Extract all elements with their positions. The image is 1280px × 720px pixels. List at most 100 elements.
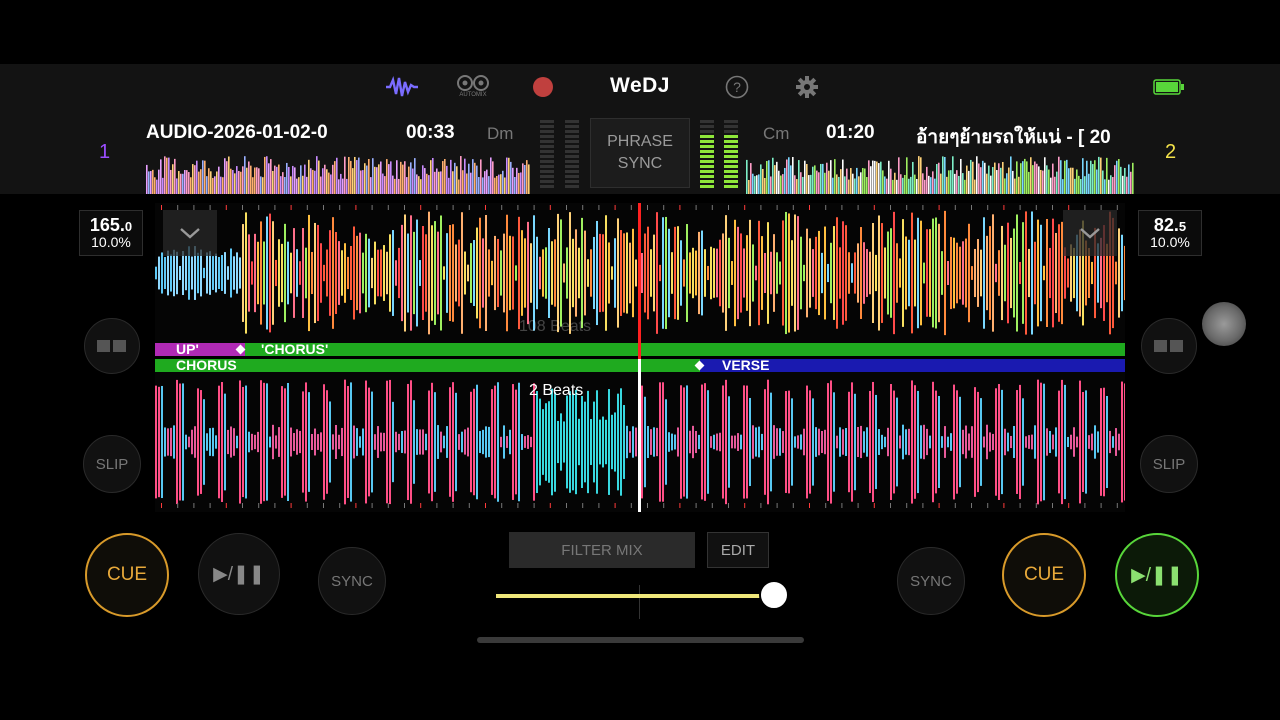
deck1-collapse-chevron-icon[interactable] [163,210,217,256]
deck1-track-title[interactable]: AUDIO-2026-01-02-0 [146,122,360,144]
beat-tick [387,503,389,508]
waveform-bar [275,435,277,449]
level-segment [565,135,579,138]
deck2-play-pause-button[interactable]: ▶/❚❚ [1115,533,1199,617]
deck1-overview-waveform[interactable] [146,156,530,194]
waveform-bar [1002,161,1004,194]
waveform-bar [492,161,494,194]
waveform-bar [401,431,403,453]
waveform-bar [818,428,820,456]
waveform-bar [274,165,276,194]
waveform-bar [1046,428,1048,456]
level-segment [700,140,714,143]
waveform-bar [422,165,424,194]
waveform-bar [986,235,988,311]
waveform-bar [1091,433,1093,451]
waveform-bar [806,385,808,499]
waveform-bar [716,248,718,298]
waveform-bar [494,235,496,311]
waveform-bar [984,162,986,194]
waveform-bar [854,178,856,194]
waveform-bar [419,429,421,455]
waveform-bar [500,436,502,448]
waveform-bar [1054,176,1056,194]
waveform-bar [528,164,530,194]
waveform-bar [692,247,694,299]
waveform-bar [200,169,202,194]
deck1-sync-button[interactable]: SYNC [318,547,386,615]
deck2-loop-button[interactable] [1141,318,1197,374]
waveform-icon[interactable] [384,74,420,100]
waveform-bar [1132,162,1134,194]
waveform-bar [473,240,475,306]
level-segment [724,140,738,143]
waveform-bar [992,214,994,332]
waveform-bar [956,242,958,304]
deck2-sync-button[interactable]: SYNC [897,547,965,615]
deck2-cue-button[interactable]: CUE [1002,533,1086,617]
settings-icon[interactable] [794,74,820,100]
deck2-overview-waveform[interactable] [746,156,1134,194]
deck1-play-pause-button[interactable]: ▶/❚❚ [198,533,280,615]
crossfader-track[interactable] [496,594,780,598]
waveform-bar [508,157,510,194]
waveform-bar [653,427,655,457]
waveform-bar [896,179,898,194]
assistive-touch-button[interactable] [1202,302,1246,346]
level-segment [700,135,714,138]
deck2-bpm-display[interactable]: 82.5 10.0% [1138,210,1202,256]
waveform-bar [360,170,362,194]
phrase-sync-line2: SYNC [617,155,663,172]
waveform-bar [467,427,469,457]
waveform-bar [935,217,937,329]
waveform-bar [440,431,442,453]
waveform-bar [220,176,222,194]
level-segment [565,150,579,153]
waveform-bar [938,162,940,194]
waveform-bar [246,167,248,194]
waveform-bar [512,384,514,500]
waveform-bar [906,157,908,194]
waveform-bar [1007,222,1009,324]
beat-tick [873,205,875,210]
deck1-number: 1 [99,141,111,163]
waveform-bar [438,171,440,194]
filter-mix-button[interactable]: FILTER MIX [509,532,695,568]
waveform-bar [412,168,414,194]
help-icon[interactable]: ? [724,74,750,100]
waveform-bar [1064,160,1066,194]
automix-icon[interactable]: AUTOMIX [452,70,494,102]
waveform-bar [956,390,958,494]
waveform-bar [1010,156,1012,194]
waveform-bar [434,221,436,325]
deck1-slip-button[interactable]: SLIP [83,435,141,493]
beat-tick [809,205,810,210]
deck1-loop-button[interactable] [84,318,140,374]
deck2-collapse-chevron-icon[interactable] [1063,210,1117,256]
waveform-bar [965,425,967,459]
deck2-track-title[interactable]: อ้ายๆย้ายรถให้แน่ - [ 20 [916,122,1132,152]
beat-tick [339,205,341,210]
waveform-bar [454,162,456,194]
waveform-bar [596,390,598,494]
waveform-bar [206,433,208,451]
deck1-cue-button[interactable]: CUE [85,533,169,617]
waveform-bar [466,173,468,194]
record-icon[interactable] [530,74,556,100]
deck1-bpm-display[interactable]: 165.0 10.0% [79,210,143,256]
beat-tick [728,205,729,210]
crossfader-knob[interactable] [759,580,790,610]
waveform-bar [752,425,754,459]
waveform-bar [784,167,786,194]
waveform-bar [809,238,811,308]
waveform-bar [408,166,410,194]
waveform-bar [338,434,340,450]
edit-button[interactable]: EDIT [707,532,769,568]
phrase-sync-button[interactable]: PHRASE SYNC [590,118,690,188]
waveform-bar [968,170,970,194]
deck2-slip-button[interactable]: SLIP [1140,435,1198,493]
waveform-bar [704,383,706,501]
waveform-bar [510,161,512,194]
waveform-bar [491,389,493,495]
waveform-bar [563,263,565,283]
